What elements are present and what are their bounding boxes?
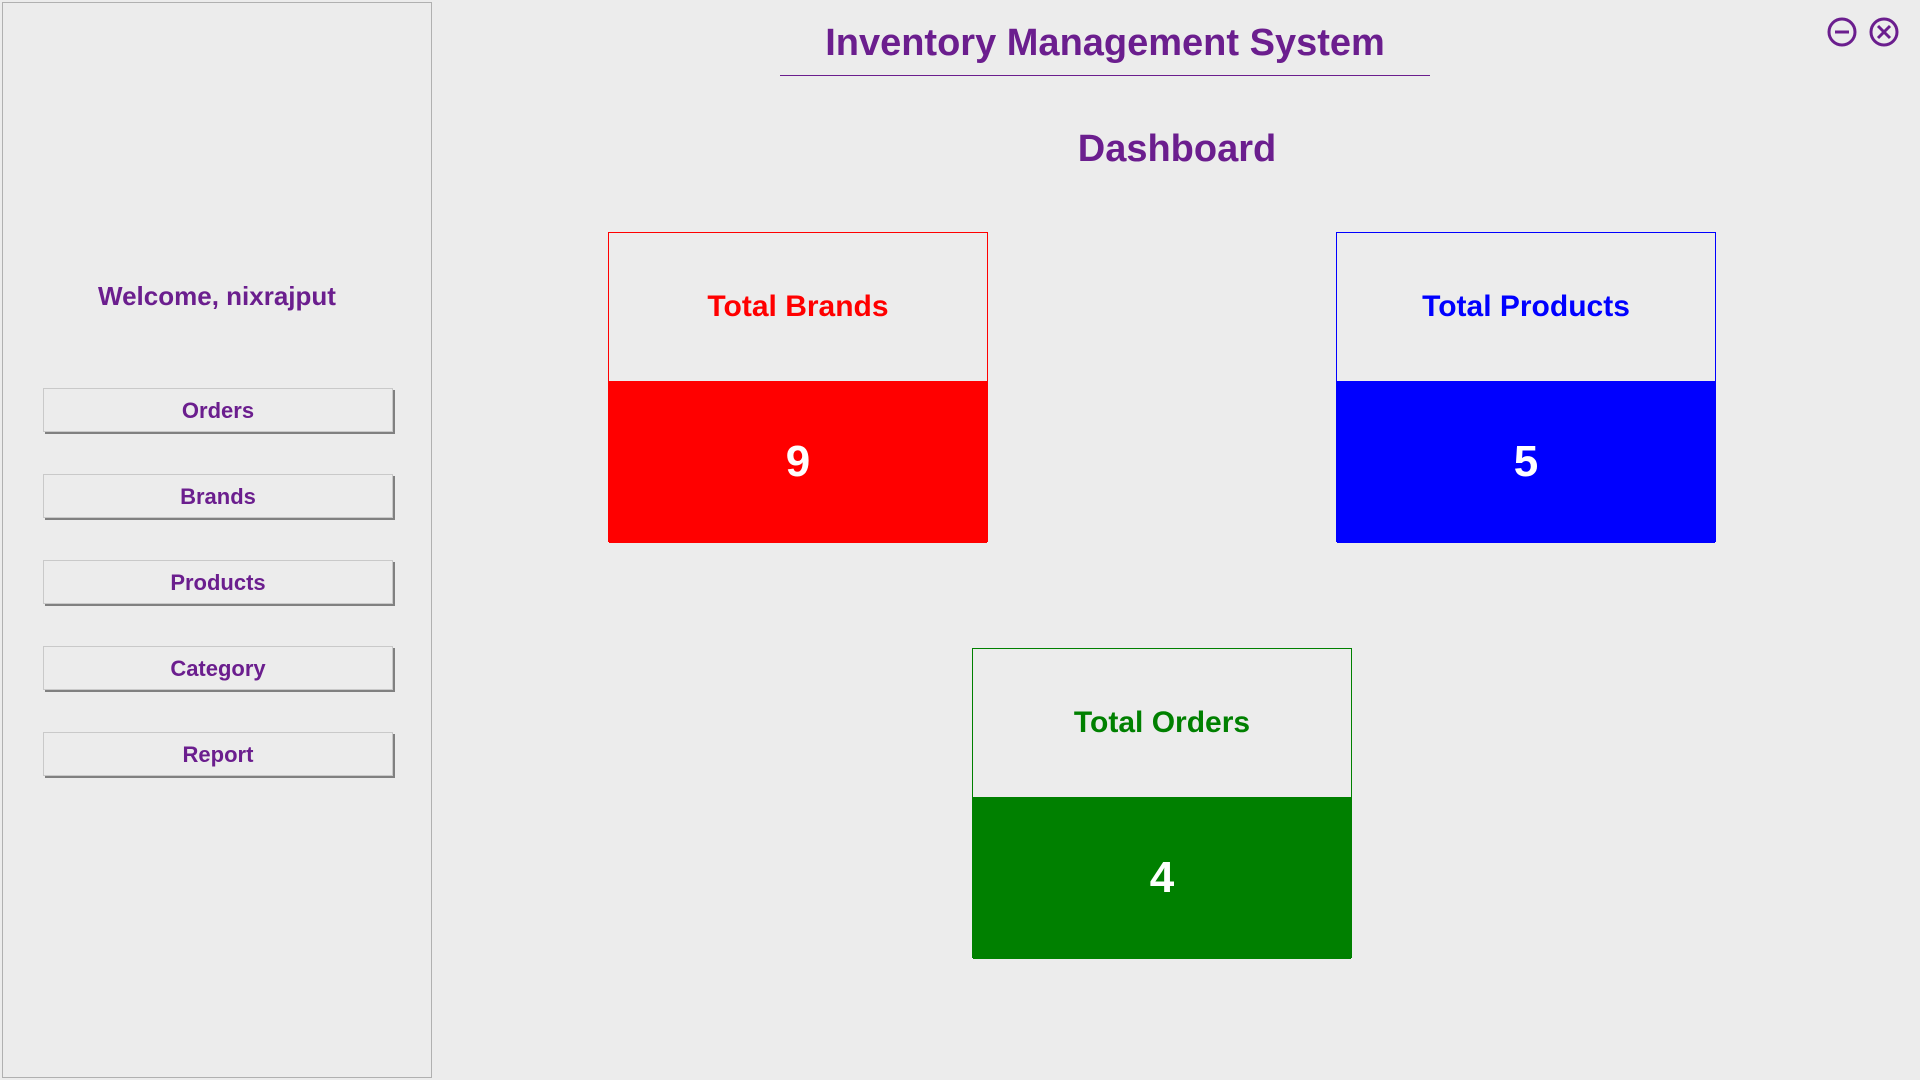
welcome-text: Welcome, nixrajput [3, 281, 431, 312]
card-total-products: Total Products 5 [1336, 232, 1716, 542]
card-orders-label: Total Orders [973, 649, 1351, 797]
minimize-icon [1826, 16, 1858, 48]
sidebar: Welcome, nixrajput Orders Brands Product… [2, 2, 432, 1078]
card-brands-label: Total Brands [609, 233, 987, 381]
card-total-brands: Total Brands 9 [608, 232, 988, 542]
minimize-button[interactable] [1826, 16, 1858, 48]
close-button[interactable] [1868, 16, 1900, 48]
card-brands-value: 9 [609, 381, 987, 543]
card-products-value: 5 [1337, 381, 1715, 543]
sidebar-item-report[interactable]: Report [43, 732, 393, 776]
window-controls [1826, 16, 1900, 48]
app-title: Inventory Management System [780, 22, 1430, 76]
card-products-label: Total Products [1337, 233, 1715, 381]
card-total-orders: Total Orders 4 [972, 648, 1352, 958]
sidebar-item-brands[interactable]: Brands [43, 474, 393, 518]
sidebar-item-orders[interactable]: Orders [43, 388, 393, 432]
nav: Orders Brands Products Category Report [43, 388, 393, 818]
sidebar-item-category[interactable]: Category [43, 646, 393, 690]
close-icon [1868, 16, 1900, 48]
card-orders-value: 4 [973, 797, 1351, 959]
sidebar-item-products[interactable]: Products [43, 560, 393, 604]
page-title: Dashboard [434, 128, 1920, 171]
